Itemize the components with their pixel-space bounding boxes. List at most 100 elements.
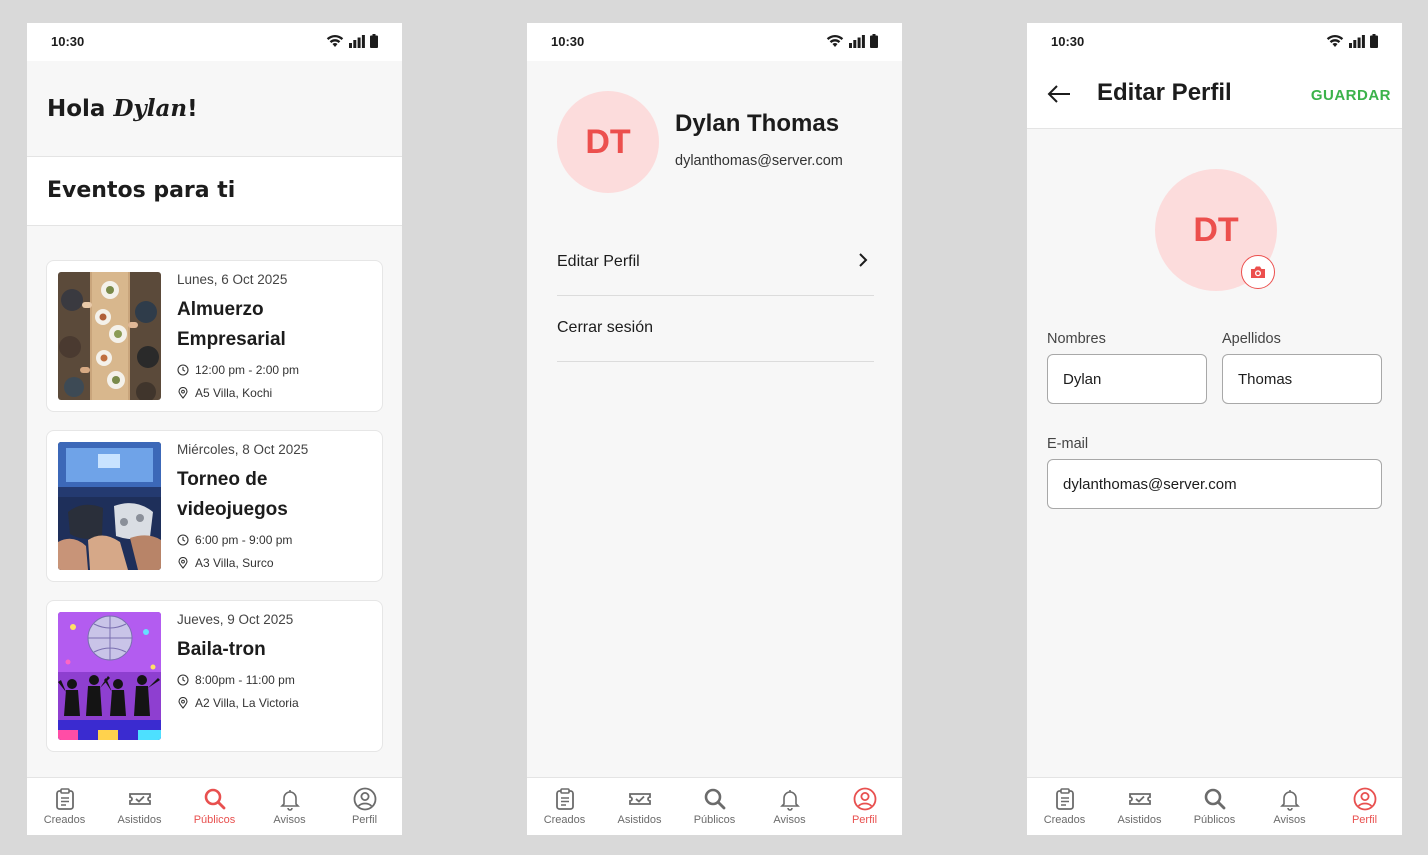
nav-label: Creados: [43, 814, 86, 826]
ticket-check-icon: [629, 793, 651, 805]
nav-label: Asistidos: [617, 814, 662, 826]
status-bar: 10:30: [527, 23, 902, 61]
email-field[interactable]: dylanthomas@server.com: [1047, 459, 1382, 509]
nav-label: Públicos: [193, 814, 236, 826]
nav-label: Asistidos: [117, 814, 162, 826]
event-time: 6:00 pm - 9:00 pm: [195, 533, 293, 547]
nav-item-perfil[interactable]: Perfil: [327, 778, 402, 835]
event-time-row: 6:00 pm - 9:00 pm: [177, 533, 292, 547]
chevron-right-icon: [859, 253, 868, 267]
nombres-value: Dylan: [1063, 370, 1102, 388]
user-circle-icon: [853, 787, 877, 811]
event-name: Almuerzo Empresarial: [177, 299, 286, 350]
nav-label: Perfil: [851, 814, 878, 826]
nav-item-perfil[interactable]: Perfil: [827, 778, 902, 835]
menu-item-cerrar-sesion[interactable]: Cerrar sesión: [557, 296, 874, 362]
nav-item-perfil[interactable]: Perfil: [1327, 778, 1402, 835]
nombres-field[interactable]: Dylan: [1047, 354, 1207, 404]
clipboard-icon: [556, 788, 574, 810]
camera-icon: [1251, 266, 1265, 278]
search-icon: [1204, 788, 1226, 810]
event-image-disco: [58, 612, 161, 740]
avatar: DT: [557, 91, 659, 193]
battery-icon: [370, 34, 378, 48]
greeting-suffix: !: [187, 96, 198, 122]
event-location-row: A5 Villa, Kochi: [177, 386, 272, 400]
page-title: Editar Perfil: [1097, 79, 1232, 106]
nombres-label: Nombres: [1047, 331, 1106, 347]
event-location: A5 Villa, Kochi: [195, 386, 273, 400]
clock-icon: [177, 364, 189, 376]
bell-icon: [1280, 790, 1300, 811]
nav-item-creados[interactable]: Creados: [527, 778, 602, 835]
event-card[interactable]: Miércoles, 8 Oct 2025 Torneo de videojue…: [46, 430, 383, 582]
ticket-check-icon: [129, 793, 151, 805]
status-icons: [1326, 34, 1378, 48]
event-location-row: A2 Villa, La Victoria: [177, 696, 299, 710]
menu-label: Editar Perfil: [557, 253, 640, 270]
search-icon: [704, 788, 726, 810]
event-date: Miércoles, 8 Oct 2025: [177, 442, 309, 457]
nav-label: Avisos: [1273, 814, 1306, 826]
event-card[interactable]: Lunes, 6 Oct 2025 Almuerzo Empresarial 1…: [46, 260, 383, 412]
signal-icon: [349, 35, 365, 48]
wifi-icon: [1326, 34, 1344, 47]
event-time-row: 12:00 pm - 2:00 pm: [177, 363, 299, 377]
nav-label: Creados: [543, 814, 586, 826]
user-circle-icon: [1353, 787, 1377, 811]
status-time: 10:30: [1051, 34, 1085, 49]
status-bar: 10:30: [1027, 23, 1402, 61]
nav-item-asistidos[interactable]: Asistidos: [1102, 778, 1177, 835]
email-label: E-mail: [1047, 436, 1089, 452]
nav-item-asistidos[interactable]: Asistidos: [602, 778, 677, 835]
status-icons: [326, 34, 378, 48]
search-icon: [204, 788, 226, 810]
event-name: Torneo de videojuegos: [177, 469, 288, 520]
nav-item-publicos[interactable]: Públicos: [677, 778, 752, 835]
greeting-prefix: Hola: [47, 96, 106, 122]
nav-item-publicos[interactable]: Públicos: [1177, 778, 1252, 835]
bottom-nav: Creados Asistidos Públicos Avisos Perfil: [1027, 777, 1402, 835]
nav-label: Creados: [1043, 814, 1086, 826]
clipboard-icon: [1056, 788, 1074, 810]
wifi-icon: [826, 34, 844, 47]
bottom-nav: Creados Asistidos Públicos Avisos Perfil: [527, 777, 902, 835]
save-button[interactable]: GUARDAR: [1311, 87, 1391, 104]
event-name: Baila-tron: [177, 639, 266, 660]
nav-item-avisos[interactable]: Avisos: [252, 778, 327, 835]
nav-item-publicos[interactable]: Públicos: [177, 778, 252, 835]
apellidos-value: Thomas: [1238, 370, 1293, 388]
nav-label: Públicos: [1193, 814, 1236, 826]
location-pin-icon: [178, 557, 188, 569]
greeting-name: Dylan: [113, 95, 188, 122]
change-photo-button[interactable]: [1241, 255, 1275, 289]
clock-icon: [177, 534, 189, 546]
event-location: A3 Villa, Surco: [195, 556, 274, 570]
event-time-row: 8:00pm - 11:00 pm: [177, 673, 295, 687]
status-time: 10:30: [551, 34, 585, 49]
home-screen: 10:30 Hola Dylan! Eventos para ti Lunes,…: [27, 23, 402, 835]
event-card[interactable]: Jueves, 9 Oct 2025 Baila-tron 8:00pm - 1…: [46, 600, 383, 752]
nav-item-creados[interactable]: Creados: [27, 778, 102, 835]
nav-item-creados[interactable]: Creados: [1027, 778, 1102, 835]
edit-profile-screen: 10:30 Editar Perfil GUARDAR DT Nombres D…: [1027, 23, 1402, 835]
arrow-left-icon[interactable]: [1047, 84, 1071, 104]
signal-icon: [849, 35, 865, 48]
bell-icon: [780, 790, 800, 811]
nav-label: Avisos: [773, 814, 806, 826]
event-date: Lunes, 6 Oct 2025: [177, 272, 288, 287]
profile-name: Dylan Thomas: [675, 110, 840, 137]
apellidos-field[interactable]: Thomas: [1222, 354, 1382, 404]
ticket-check-icon: [1129, 793, 1151, 805]
bottom-nav: Creados Asistidos Públicos Avisos Perfil: [27, 777, 402, 835]
nav-item-avisos[interactable]: Avisos: [1252, 778, 1327, 835]
avatar-initials: DT: [1193, 210, 1239, 249]
signal-icon: [1349, 35, 1365, 48]
nav-label: Perfil: [1351, 814, 1378, 826]
nav-label: Avisos: [273, 814, 306, 826]
nav-label: Públicos: [693, 814, 736, 826]
nav-item-avisos[interactable]: Avisos: [752, 778, 827, 835]
menu-item-editar-perfil[interactable]: Editar Perfil: [557, 230, 874, 296]
event-time: 8:00pm - 11:00 pm: [195, 673, 295, 687]
nav-item-asistidos[interactable]: Asistidos: [102, 778, 177, 835]
